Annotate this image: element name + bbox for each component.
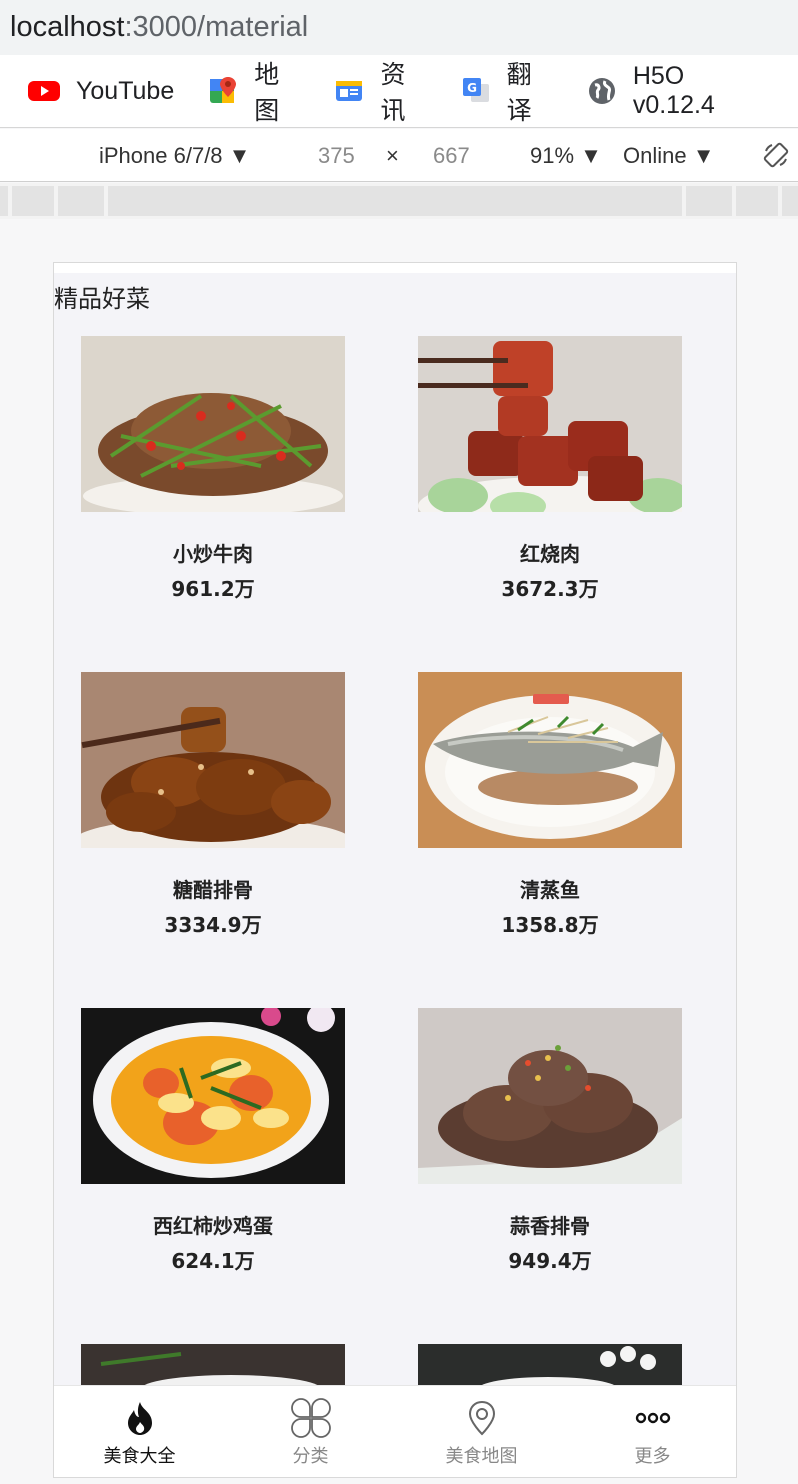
- dish-photo: [81, 336, 345, 512]
- grid-icon: [290, 1398, 331, 1438]
- dish-views: 3672.3万: [501, 577, 599, 601]
- tab-food-encyclopedia[interactable]: 美食大全: [54, 1386, 225, 1477]
- bookmarks-bar: YouTube 地图 资讯 G 翻译 H5O v0.12.4: [0, 55, 798, 128]
- url-host: localhost: [10, 11, 125, 43]
- news-icon: [334, 75, 364, 107]
- bookmark-news[interactable]: 资讯: [334, 55, 426, 127]
- zoom-select[interactable]: 91% ▼: [530, 129, 602, 182]
- dish-views: 3334.9万: [164, 913, 262, 937]
- dish-name: 红烧肉: [520, 542, 580, 566]
- bookmark-youtube[interactable]: YouTube: [28, 75, 174, 107]
- bookmark-label: 翻译: [506, 61, 532, 125]
- dish-card[interactable]: 小炒牛肉 961.2万: [81, 336, 345, 602]
- dish-views: 1358.8万: [501, 913, 599, 937]
- dish-views: 961.2万: [171, 577, 255, 601]
- tab-more[interactable]: 更多: [567, 1386, 736, 1477]
- translate-icon: G: [461, 75, 491, 107]
- bookmark-maps[interactable]: 地图: [208, 55, 300, 127]
- maps-icon: [208, 75, 238, 107]
- dish-card[interactable]: 红烧肉 3672.3万: [418, 336, 682, 602]
- tab-label: 美食地图: [445, 1446, 518, 1467]
- bookmark-h5o[interactable]: H5O v0.12.4: [587, 62, 764, 120]
- bottom-tab-bar: 美食大全 分类 美食地图 更多: [54, 1385, 736, 1477]
- tab-label: 更多: [634, 1446, 671, 1467]
- globe-icon: [587, 75, 617, 107]
- mobile-viewport: 精品好菜 小炒牛肉 961.2万 红烧肉 3672.3万 糖醋排骨 3334.9…: [53, 262, 737, 1478]
- section-title: 精品好菜: [54, 285, 150, 313]
- flame-icon: [127, 1402, 152, 1435]
- rotate-icon[interactable]: [762, 141, 790, 169]
- bookmark-translate[interactable]: G 翻译: [461, 55, 553, 127]
- dish-views: 949.4万: [508, 1249, 592, 1273]
- bookmark-label: 地图: [254, 61, 280, 125]
- youtube-icon: [28, 75, 60, 107]
- dish-card[interactable]: 清蒸鱼 1358.8万: [418, 672, 682, 938]
- dish-name: 清蒸鱼: [520, 878, 580, 902]
- media-query-ruler: [0, 183, 798, 219]
- dish-name: 小炒牛肉: [173, 542, 253, 566]
- scrolled-content-edge: [54, 263, 736, 273]
- svg-text:G: G: [467, 81, 477, 95]
- dish-photo: [418, 672, 682, 848]
- dish-photo: [81, 672, 345, 848]
- dish-name: 西红柿炒鸡蛋: [153, 1214, 273, 1238]
- bookmark-label: 资讯: [380, 61, 406, 125]
- tab-category[interactable]: 分类: [225, 1386, 396, 1477]
- dish-card[interactable]: 西红柿炒鸡蛋 624.1万: [81, 1008, 345, 1274]
- url-path: :3000/material: [124, 11, 309, 43]
- dish-card[interactable]: 蒜香排骨 949.4万: [418, 1008, 682, 1274]
- device-toolbar: iPhone 6/7/8 ▼ 375 × 667 91% ▼ Online ▼: [0, 129, 798, 182]
- dish-photo: [81, 1008, 345, 1184]
- zoom-value: 91%: [530, 143, 575, 168]
- dish-views: 624.1万: [171, 1249, 255, 1273]
- network-select[interactable]: Online ▼: [623, 129, 714, 182]
- dish-card[interactable]: 糖醋排骨 3334.9万: [81, 672, 345, 938]
- dimension-times: ×: [386, 143, 399, 168]
- tab-label: 分类: [292, 1446, 329, 1467]
- dish-photo: [418, 336, 682, 512]
- device-name: iPhone 6/7/8: [99, 143, 223, 168]
- bookmark-label: H5O v0.12.4: [632, 62, 715, 119]
- bookmark-label: YouTube: [76, 76, 175, 105]
- location-icon: [468, 1400, 495, 1436]
- height-input[interactable]: 667: [433, 129, 470, 182]
- dish-photo: [418, 1008, 682, 1184]
- device-select[interactable]: iPhone 6/7/8 ▼: [99, 129, 250, 182]
- tab-label: 美食大全: [103, 1446, 176, 1467]
- more-icon: [635, 1412, 670, 1424]
- dish-name: 蒜香排骨: [510, 1214, 590, 1238]
- dish-name: 糖醋排骨: [173, 878, 253, 902]
- network-value: Online: [623, 143, 687, 168]
- tab-food-map[interactable]: 美食地图: [396, 1386, 567, 1477]
- width-input[interactable]: 375: [318, 129, 355, 182]
- address-bar[interactable]: localhost:3000/material: [0, 0, 798, 55]
